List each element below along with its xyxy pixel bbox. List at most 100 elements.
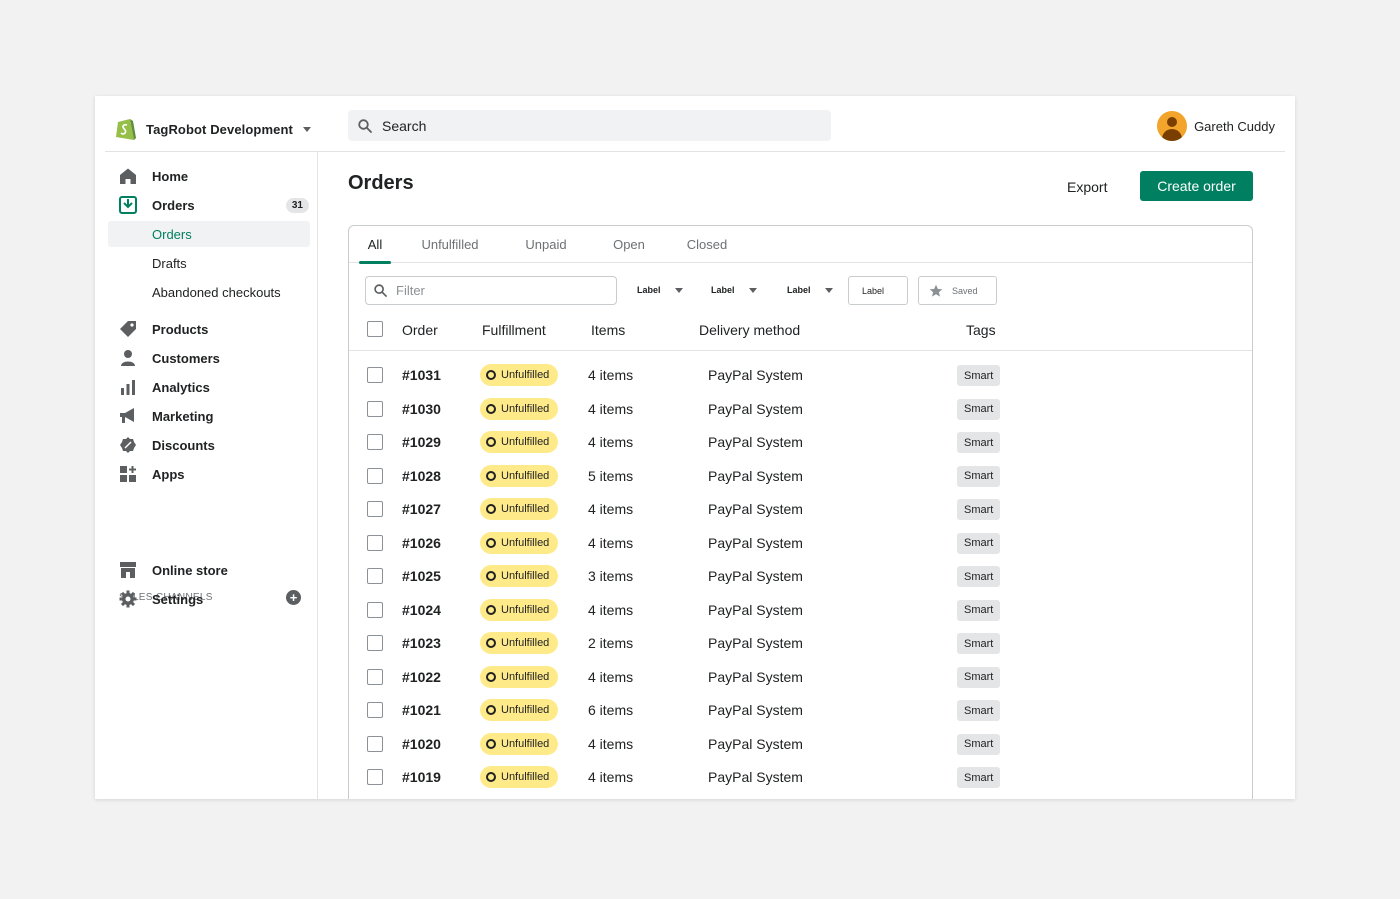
table-row[interactable]: #1031 Unfulfilled 4 items PayPal System Smar… bbox=[349, 359, 1252, 392]
row-checkbox[interactable] bbox=[367, 501, 383, 517]
row-checkbox[interactable] bbox=[367, 367, 383, 383]
sidebar: Home Orders 31 Orders Drafts Abandoned c… bbox=[105, 152, 318, 799]
label-dropdown-3[interactable]: Label bbox=[787, 280, 833, 300]
sidebar-item-discounts[interactable]: Discounts bbox=[119, 433, 314, 457]
tag-badge: Smart bbox=[957, 767, 1001, 788]
row-checkbox[interactable] bbox=[367, 568, 383, 584]
caret-down-icon bbox=[302, 126, 311, 132]
table-row[interactable]: #1020 Unfulfilled 4 items PayPal System Smar… bbox=[349, 728, 1252, 761]
filter-placeholder: Filter bbox=[396, 283, 425, 298]
row-checkbox[interactable] bbox=[367, 434, 383, 450]
unfulfilled-ring-icon bbox=[486, 370, 496, 380]
delivery-method: PayPal System bbox=[708, 568, 803, 584]
status-label: Unfulfilled bbox=[501, 436, 550, 448]
row-checkbox[interactable] bbox=[367, 534, 383, 551]
table-row[interactable]: #1024 Unfulfilled 4 items PayPal System Smar… bbox=[349, 594, 1252, 627]
sidebar-item-customers[interactable]: Customers bbox=[119, 346, 314, 370]
column-header-fulfillment[interactable]: Fulfillment bbox=[482, 322, 546, 338]
items-count: 5 items bbox=[588, 467, 634, 484]
status-badge: Unfulfilled bbox=[480, 565, 559, 587]
order-number[interactable]: #1028 bbox=[402, 468, 441, 484]
user-menu[interactable]: Gareth Cuddy bbox=[1157, 110, 1275, 142]
column-header-delivery[interactable]: Delivery method bbox=[699, 322, 800, 338]
create-order-button[interactable]: Create order bbox=[1140, 171, 1253, 201]
order-number[interactable]: #1023 bbox=[402, 635, 441, 651]
items-count: 4 items bbox=[588, 400, 634, 417]
sidebar-item-analytics[interactable]: Analytics bbox=[119, 375, 314, 399]
sidebar-item-orders[interactable]: Orders 31 bbox=[119, 193, 314, 217]
status-label: Unfulfilled bbox=[501, 570, 550, 582]
delivery-method: PayPal System bbox=[708, 635, 803, 651]
row-checkbox[interactable] bbox=[367, 702, 383, 718]
order-number[interactable]: #1019 bbox=[402, 769, 441, 785]
delivery-method: PayPal System bbox=[708, 735, 803, 752]
tab-unpaid[interactable]: Unpaid bbox=[515, 226, 577, 263]
delivery-method: PayPal System bbox=[708, 702, 803, 718]
sidebar-subitem-drafts[interactable]: Drafts bbox=[108, 250, 310, 276]
select-all-checkbox[interactable] bbox=[367, 321, 383, 337]
row-checkbox[interactable] bbox=[367, 467, 383, 484]
column-header-tags[interactable]: Tags bbox=[966, 322, 996, 338]
order-number[interactable]: #1030 bbox=[402, 401, 441, 417]
tab-unfulfilled[interactable]: Unfulfilled bbox=[410, 226, 490, 263]
avatar bbox=[1157, 111, 1188, 141]
items-count: 4 items bbox=[588, 367, 634, 383]
label-dropdown-1[interactable]: Label bbox=[637, 280, 683, 300]
order-number[interactable]: #1029 bbox=[402, 434, 441, 450]
row-checkbox[interactable] bbox=[367, 668, 383, 685]
sidebar-subitem-abandoned-checkouts[interactable]: Abandoned checkouts bbox=[108, 279, 310, 305]
order-number[interactable]: #1022 bbox=[402, 669, 441, 685]
sidebar-subitem-orders[interactable]: Orders bbox=[108, 221, 310, 247]
saved-button[interactable]: Saved bbox=[918, 276, 997, 305]
table-row[interactable]: #1022 Unfulfilled 4 items PayPal System Smar… bbox=[349, 661, 1252, 694]
table-row[interactable]: #1027 Unfulfilled 4 items PayPal System Smar… bbox=[349, 493, 1252, 526]
store-switcher[interactable]: TagRobot Development bbox=[115, 114, 311, 144]
export-button[interactable]: Export bbox=[1067, 174, 1107, 200]
sidebar-item-products[interactable]: Products bbox=[119, 317, 314, 341]
row-checkbox[interactable] bbox=[367, 735, 383, 752]
filter-input[interactable]: Filter bbox=[365, 276, 617, 305]
row-checkbox[interactable] bbox=[367, 601, 383, 618]
sidebar-item-online-store[interactable]: Online store bbox=[119, 558, 314, 582]
status-badge: Unfulfilled bbox=[480, 665, 559, 688]
person-icon bbox=[119, 349, 137, 367]
table-row[interactable]: #1026 Unfulfilled 4 items PayPal System Smar… bbox=[349, 527, 1252, 560]
tab-closed[interactable]: Closed bbox=[676, 226, 738, 263]
table-row[interactable]: #1023 Unfulfilled 2 items PayPal System Smar… bbox=[349, 627, 1252, 660]
search-icon bbox=[358, 118, 372, 133]
unfulfilled-ring-icon bbox=[486, 705, 496, 715]
order-number[interactable]: #1025 bbox=[402, 568, 441, 584]
order-number[interactable]: #1020 bbox=[402, 736, 441, 752]
label-button[interactable]: Label bbox=[848, 276, 908, 305]
order-number[interactable]: #1024 bbox=[402, 602, 441, 618]
user-name: Gareth Cuddy bbox=[1194, 118, 1275, 134]
row-checkbox[interactable] bbox=[367, 635, 383, 651]
sidebar-item-label: Online store bbox=[152, 562, 228, 578]
order-number[interactable]: #1031 bbox=[402, 367, 441, 383]
order-number[interactable]: #1027 bbox=[402, 501, 441, 517]
sidebar-item-settings[interactable]: Settings bbox=[119, 587, 314, 611]
table-row[interactable]: #1029 Unfulfilled 4 items PayPal System Smar… bbox=[349, 426, 1252, 459]
sidebar-item-home[interactable]: Home bbox=[119, 164, 314, 188]
table-row[interactable]: #1025 Unfulfilled 3 items PayPal System Smar… bbox=[349, 560, 1252, 593]
row-checkbox[interactable] bbox=[367, 400, 383, 417]
column-header-items[interactable]: Items bbox=[591, 322, 625, 338]
order-number[interactable]: #1021 bbox=[402, 702, 441, 718]
table-row[interactable]: #1028 Unfulfilled 5 items PayPal System Smar… bbox=[349, 460, 1252, 493]
unfulfilled-ring-icon bbox=[486, 537, 496, 548]
tab-all[interactable]: All bbox=[359, 226, 391, 264]
unfulfilled-ring-icon bbox=[486, 437, 496, 447]
order-number[interactable]: #1026 bbox=[402, 535, 441, 551]
label-dropdown-2[interactable]: Label bbox=[711, 280, 757, 300]
column-header-order[interactable]: Order bbox=[402, 322, 438, 338]
apps-grid-icon bbox=[119, 465, 137, 483]
table-row[interactable]: #1019 Unfulfilled 4 items PayPal System Smar… bbox=[349, 761, 1252, 794]
search-bar[interactable]: Search bbox=[348, 110, 831, 141]
tab-open[interactable]: Open bbox=[603, 226, 655, 263]
table-row[interactable]: #1021 Unfulfilled 6 items PayPal System Smar… bbox=[349, 694, 1252, 727]
sidebar-item-apps[interactable]: Apps bbox=[119, 462, 314, 486]
table-row[interactable]: #1030 Unfulfilled 4 items PayPal System Smar… bbox=[349, 393, 1252, 426]
row-checkbox[interactable] bbox=[367, 769, 383, 785]
star-icon bbox=[929, 284, 943, 297]
sidebar-item-marketing[interactable]: Marketing bbox=[119, 404, 314, 428]
